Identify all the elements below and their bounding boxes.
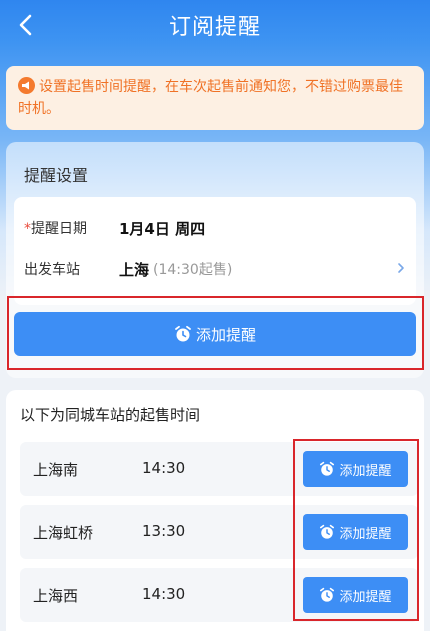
station-sale-note: (14:30起售) bbox=[153, 262, 233, 278]
station-name: 上海西 bbox=[33, 587, 79, 605]
required-mark: * bbox=[24, 221, 31, 237]
highlight-box-stations bbox=[293, 439, 419, 621]
settings-title: 提醒设置 bbox=[24, 166, 89, 185]
notice-banner: 设置起售时间提醒，在车次起售前通知您，不错过购票最佳时机。 bbox=[6, 66, 424, 130]
page-title: 订阅提醒 bbox=[168, 15, 261, 40]
station-value: 上海 bbox=[119, 260, 150, 279]
station-name: 上海南 bbox=[33, 461, 79, 479]
same-city-title: 以下为同城车站的起售时间 bbox=[20, 406, 201, 424]
station-sale-time: 13:30 bbox=[142, 522, 186, 540]
chevron-right-icon[interactable] bbox=[394, 259, 408, 277]
date-label-text: 提醒日期 bbox=[31, 221, 87, 237]
highlight-box-main bbox=[7, 296, 424, 370]
station-label: 出发车站 bbox=[24, 262, 80, 278]
reminder-date-row[interactable]: *提醒日期 1月4日 周四 bbox=[24, 216, 205, 240]
date-label: *提醒日期 bbox=[24, 218, 119, 238]
date-value: 1月4日 周四 bbox=[119, 219, 206, 238]
departure-station-row[interactable]: 出发车站 上海 (14:30起售) bbox=[24, 257, 232, 281]
station-name: 上海虹桥 bbox=[33, 524, 94, 542]
settings-form: *提醒日期 1月4日 周四 出发车站 上海 (14:30起售) bbox=[14, 197, 416, 305]
megaphone-icon bbox=[18, 77, 35, 94]
station-sale-time: 14:30 bbox=[142, 459, 186, 477]
station-sale-time: 14:30 bbox=[142, 585, 186, 603]
notice-text: 设置起售时间提醒，在车次起售前通知您，不错过购票最佳时机。 bbox=[18, 79, 403, 117]
top-bar: 订阅提醒 bbox=[0, 0, 430, 52]
